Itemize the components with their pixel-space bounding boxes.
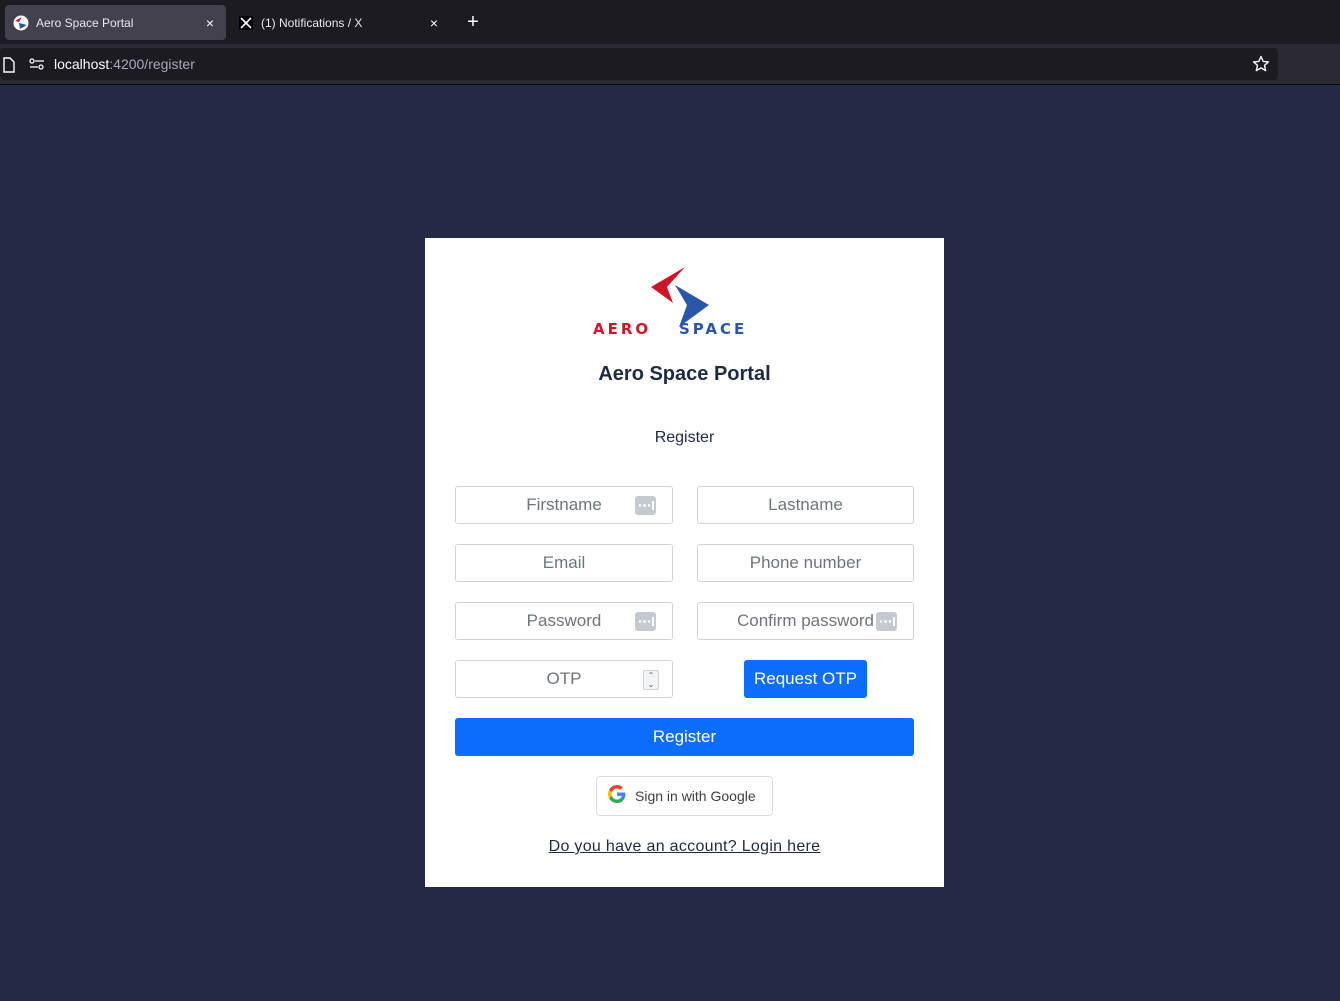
otp-placeholder: OTP <box>546 669 582 688</box>
close-tab-icon[interactable]: × <box>426 15 442 31</box>
aerospace-favicon-icon <box>13 15 29 31</box>
address-bar[interactable]: localhost:4200/register <box>0 48 1278 80</box>
login-link[interactable]: Do you have an account? Login here <box>425 838 944 856</box>
google-logo-icon <box>608 784 626 808</box>
logo-word-space: SPACE <box>679 320 747 337</box>
close-tab-icon[interactable]: × <box>202 15 218 31</box>
lastname-placeholder: Lastname <box>768 495 843 514</box>
phone-number-input[interactable]: Phone number <box>697 544 914 582</box>
phone-placeholder: Phone number <box>749 553 862 572</box>
bookmark-star-icon[interactable] <box>1252 55 1270 78</box>
page-title: Aero Space Portal <box>598 363 771 385</box>
email-input[interactable]: Email <box>455 544 673 582</box>
email-placeholder: Email <box>542 553 586 572</box>
url-path: :4200/register <box>109 56 195 72</box>
x-logo-icon <box>238 15 254 31</box>
form-subtitle: Register <box>654 429 715 446</box>
password-manager-icon[interactable] <box>635 496 656 515</box>
new-tab-button[interactable]: + <box>462 10 484 34</box>
request-otp-button[interactable]: Request OTP <box>744 660 867 698</box>
logo-word-aero: AERO <box>593 320 651 337</box>
password-manager-icon[interactable] <box>635 612 656 631</box>
otp-input[interactable]: OTP ⌃ ⌄ <box>455 660 673 698</box>
tab-title: (1) Notifications / X <box>261 15 363 30</box>
firstname-input[interactable]: Firstname <box>455 486 673 524</box>
google-button-label: Sign in with Google <box>635 788 756 804</box>
url-host: localhost <box>54 56 110 72</box>
aero-space-logo: AERO SPACE <box>593 267 777 338</box>
browser-tab-bar: Aero Space Portal × (1) Notifications / … <box>0 0 1340 44</box>
register-button[interactable]: Register <box>455 718 914 756</box>
password-input[interactable]: Password <box>455 602 673 640</box>
url-text[interactable]: localhost:4200/register <box>54 56 195 72</box>
confirm-password-input[interactable]: Confirm password <box>697 602 914 640</box>
tab-notifications-x[interactable]: (1) Notifications / X × <box>230 5 450 40</box>
google-sign-in-button[interactable]: Sign in with Google <box>596 776 773 816</box>
password-manager-icon[interactable] <box>876 612 897 631</box>
number-spinner-icon[interactable]: ⌃ ⌄ <box>643 670 659 690</box>
register-card: AERO SPACE Aero Space Portal Register Fi… <box>425 238 944 887</box>
tab-title: Aero Space Portal <box>36 15 134 30</box>
browser-nav-bar: localhost:4200/register <box>0 44 1340 85</box>
lastname-input[interactable]: Lastname <box>697 486 914 524</box>
tab-aero-space-portal[interactable]: Aero Space Portal × <box>5 5 226 40</box>
permissions-icon[interactable] <box>29 57 45 76</box>
page-icon <box>2 57 16 78</box>
